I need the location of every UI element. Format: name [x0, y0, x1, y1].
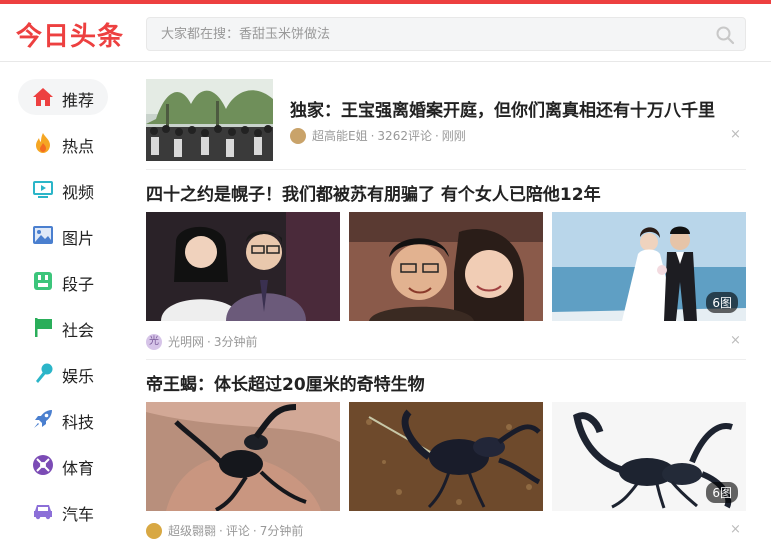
couple-photo: [146, 212, 340, 321]
sidebar-item-images[interactable]: 图片: [18, 217, 108, 253]
sidebar-item-label: 热点: [62, 137, 95, 156]
sidebar-item-label: 体育: [62, 459, 95, 478]
sidebar-item-video[interactable]: 视频: [18, 171, 108, 207]
article-title[interactable]: 独家：王宝强离婚案开庭，但你们离真相还有十万八千里: [290, 96, 715, 121]
sports-icon: [33, 455, 53, 475]
article-meta: 超级翾翾 · 评论 · 7分钟前: [146, 522, 303, 539]
avatar[interactable]: 光: [146, 333, 162, 350]
separator: ·: [207, 334, 211, 349]
separator: ·: [370, 128, 375, 143]
divider: [146, 359, 746, 360]
dismiss-button[interactable]: ×: [730, 522, 741, 537]
comment-count[interactable]: 评论: [226, 522, 250, 539]
sidebar-item-label: 视频: [62, 183, 95, 202]
search-box[interactable]: [146, 17, 746, 51]
home-icon: [33, 88, 53, 106]
sidebar-item-label: 科技: [62, 413, 95, 432]
separator: ·: [219, 523, 223, 538]
scorpion-soil-photo: [349, 402, 543, 511]
article-image[interactable]: 6图: [552, 212, 746, 321]
article-image[interactable]: 6图: [552, 402, 746, 511]
dismiss-button[interactable]: ×: [730, 127, 741, 142]
tv-icon: [33, 181, 53, 198]
microphone-icon: [36, 363, 53, 383]
avatar[interactable]: [290, 127, 306, 144]
search-icon[interactable]: [715, 25, 735, 45]
sidebar-item-label: 社会: [62, 321, 95, 340]
logo[interactable]: 今日头条: [16, 16, 124, 53]
article-thumbnail[interactable]: [146, 79, 273, 161]
sidebar-item-label: 娱乐: [62, 367, 95, 386]
image-count-badge: 6图: [706, 292, 738, 313]
flame-icon: [36, 133, 50, 153]
publish-time: 7分钟前: [259, 524, 304, 538]
article-image[interactable]: [349, 402, 543, 511]
sidebar-item-jokes[interactable]: 段子: [18, 263, 108, 299]
crowd-photo: [146, 79, 273, 161]
image-icon: [33, 226, 53, 244]
article-meta: 超高能E姐 · 3262评论 · 刚刚: [290, 127, 466, 144]
rocket-icon: [34, 410, 52, 428]
sidebar-item-tech[interactable]: 科技: [18, 401, 108, 437]
article-title[interactable]: 四十之约是幌子！我们都被苏有朋骗了 有个女人已陪他12年: [146, 180, 601, 205]
avatar[interactable]: [146, 522, 162, 539]
divider: [146, 169, 746, 170]
publish-time: 3分钟前: [213, 335, 258, 349]
sidebar-item-society[interactable]: 社会: [18, 309, 108, 345]
sidebar-nav: 推荐 热点 视频 图片 段子 社会 娱乐 科技 体育 汽车: [0, 63, 130, 538]
sidebar-item-sports[interactable]: 体育: [18, 447, 108, 483]
sidebar-item-entertainment[interactable]: 娱乐: [18, 355, 108, 391]
sidebar-item-label: 图片: [62, 229, 95, 248]
selfie-photo: [349, 212, 543, 321]
sidebar-item-recommend[interactable]: 推荐: [18, 79, 108, 115]
car-icon: [34, 505, 52, 520]
sidebar-item-auto[interactable]: 汽车: [18, 493, 108, 529]
source-name[interactable]: 超级翾翾: [168, 522, 216, 539]
dismiss-button[interactable]: ×: [730, 333, 741, 348]
publish-time: 刚刚: [441, 129, 466, 143]
jokes-icon: [34, 272, 52, 290]
article-title[interactable]: 帝王蝎：体长超过20厘米的奇特生物: [146, 370, 425, 395]
comment-count[interactable]: 3262评论: [377, 127, 432, 144]
article-image[interactable]: [146, 402, 340, 511]
article-meta: 光 光明网 · 3分钟前: [146, 333, 257, 350]
sidebar-item-hot[interactable]: 热点: [18, 125, 108, 161]
header: 今日头条: [0, 4, 771, 62]
source-name[interactable]: 光明网: [168, 333, 204, 350]
flag-icon: [35, 318, 52, 337]
image-count-badge: 6图: [706, 482, 738, 503]
article-image[interactable]: [349, 212, 543, 321]
separator: ·: [252, 523, 257, 538]
scorpion-hand-photo: [146, 402, 340, 511]
sidebar-item-label: 汽车: [62, 505, 95, 524]
separator: ·: [434, 128, 439, 143]
sidebar-item-label: 段子: [62, 275, 95, 294]
article-image[interactable]: [146, 212, 340, 321]
source-name[interactable]: 超高能E姐: [312, 127, 368, 144]
sidebar-item-label: 推荐: [62, 91, 95, 110]
search-input[interactable]: [161, 24, 701, 44]
